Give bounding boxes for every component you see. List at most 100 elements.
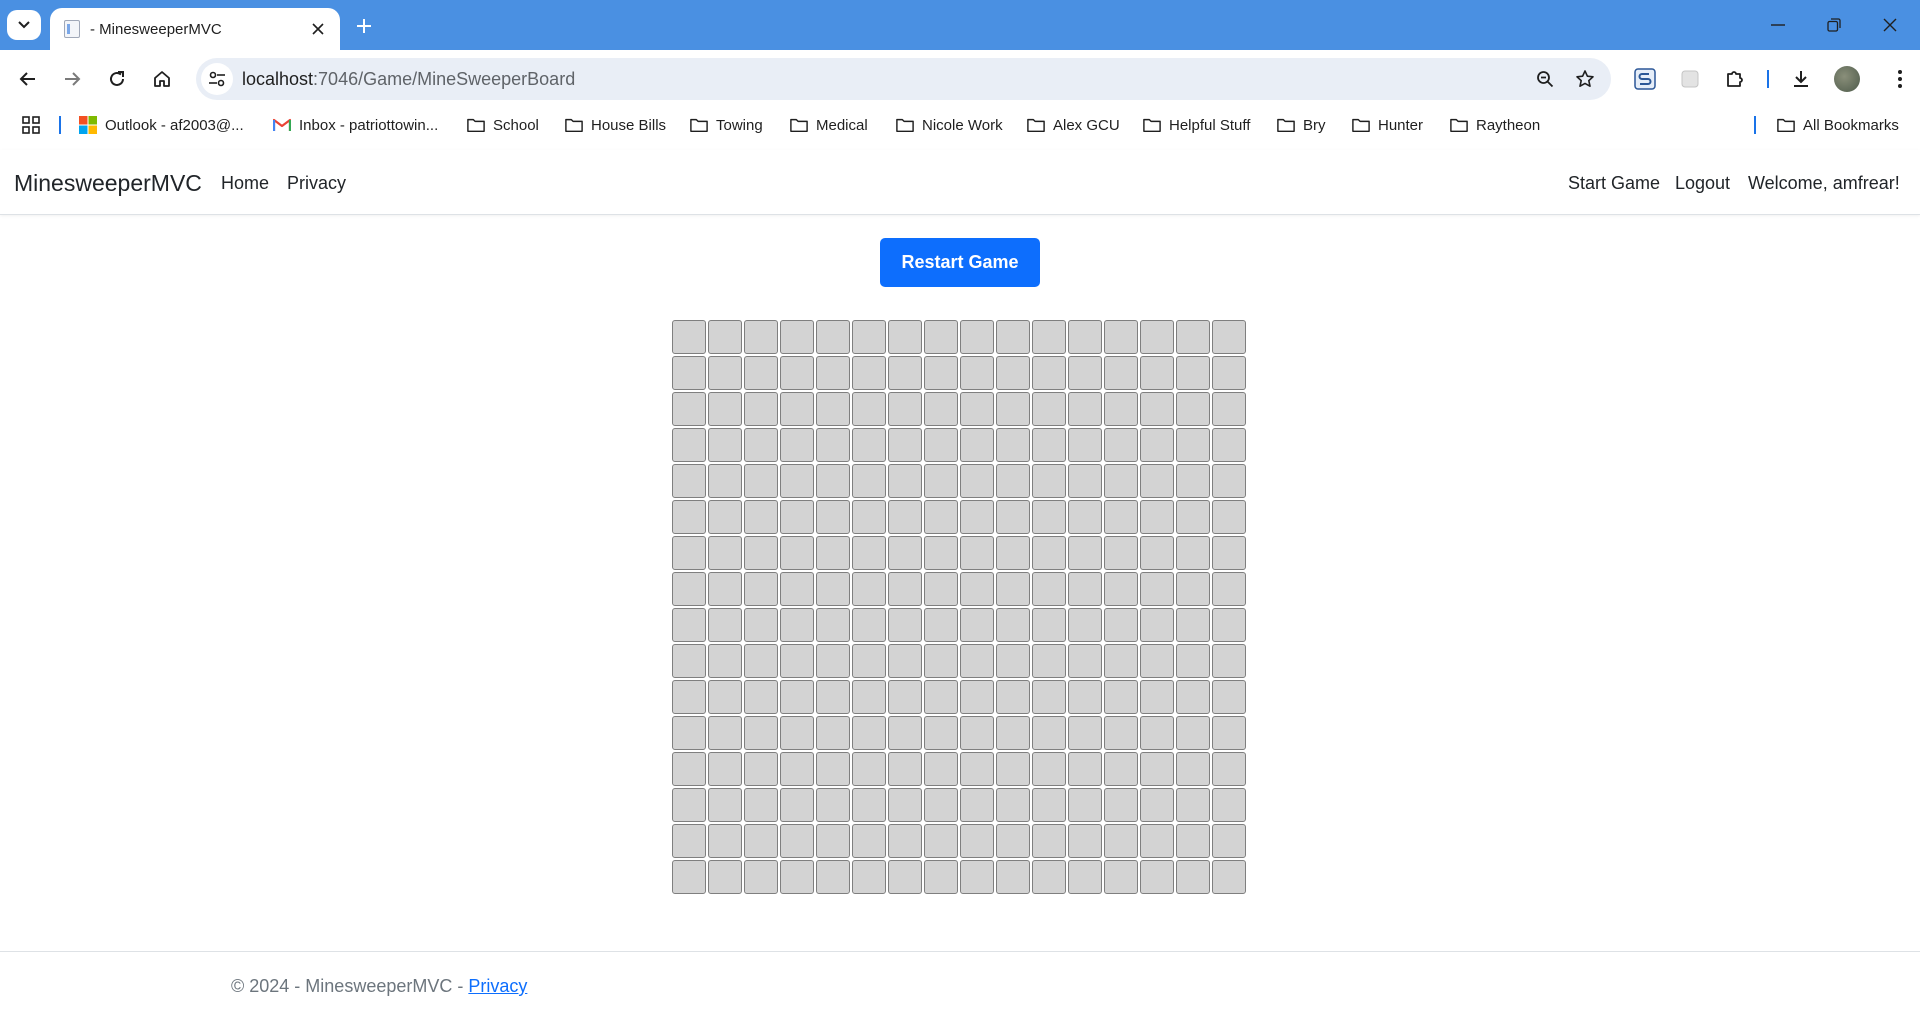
board-cell[interactable] (996, 680, 1030, 714)
board-cell[interactable] (780, 536, 814, 570)
board-cell[interactable] (780, 572, 814, 606)
board-cell[interactable] (1176, 860, 1210, 894)
board-cell[interactable] (780, 788, 814, 822)
board-cell[interactable] (924, 788, 958, 822)
board-cell[interactable] (672, 356, 706, 390)
board-cell[interactable] (708, 392, 742, 426)
footer-privacy-link[interactable]: Privacy (468, 976, 527, 996)
downloads-button[interactable] (1783, 61, 1819, 97)
board-cell[interactable] (672, 428, 706, 462)
extensions-button[interactable] (1717, 61, 1753, 97)
board-cell[interactable] (1104, 320, 1138, 354)
board-cell[interactable] (1068, 392, 1102, 426)
reload-button[interactable] (99, 61, 135, 97)
bookmark-folder-nicole-work[interactable]: Nicole Work (896, 108, 1003, 142)
bookmark-folder-house-bills[interactable]: House Bills (565, 108, 666, 142)
board-cell[interactable] (1140, 824, 1174, 858)
board-cell[interactable] (744, 536, 778, 570)
board-cell[interactable] (924, 428, 958, 462)
board-cell[interactable] (1212, 464, 1246, 498)
bookmark-folder-helpful-stuff[interactable]: Helpful Stuff (1143, 108, 1250, 142)
board-cell[interactable] (924, 356, 958, 390)
board-cell[interactable] (1212, 860, 1246, 894)
board-cell[interactable] (708, 752, 742, 786)
board-cell[interactable] (672, 572, 706, 606)
board-cell[interactable] (852, 320, 886, 354)
nav-link-start-game[interactable]: Start Game (1568, 173, 1660, 194)
board-cell[interactable] (888, 752, 922, 786)
board-cell[interactable] (924, 500, 958, 534)
board-cell[interactable] (924, 644, 958, 678)
board-cell[interactable] (1032, 464, 1066, 498)
board-cell[interactable] (1176, 752, 1210, 786)
board-cell[interactable] (780, 356, 814, 390)
site-info-button[interactable] (201, 63, 233, 95)
board-cell[interactable] (708, 788, 742, 822)
board-cell[interactable] (780, 428, 814, 462)
board-cell[interactable] (744, 752, 778, 786)
board-cell[interactable] (1176, 356, 1210, 390)
bookmark-folder-raytheon[interactable]: Raytheon (1450, 108, 1540, 142)
board-cell[interactable] (780, 464, 814, 498)
board-cell[interactable] (1104, 572, 1138, 606)
board-cell[interactable] (816, 320, 850, 354)
board-cell[interactable] (1068, 356, 1102, 390)
board-cell[interactable] (960, 824, 994, 858)
all-bookmarks-button[interactable]: All Bookmarks (1777, 108, 1899, 142)
board-cell[interactable] (1212, 536, 1246, 570)
board-cell[interactable] (816, 464, 850, 498)
board-cell[interactable] (744, 464, 778, 498)
board-cell[interactable] (996, 716, 1030, 750)
board-cell[interactable] (1032, 500, 1066, 534)
board-cell[interactable] (744, 788, 778, 822)
board-cell[interactable] (960, 716, 994, 750)
board-cell[interactable] (1104, 680, 1138, 714)
bookmark-folder-hunter[interactable]: Hunter (1352, 108, 1423, 142)
board-cell[interactable] (744, 320, 778, 354)
board-cell[interactable] (1176, 572, 1210, 606)
board-cell[interactable] (1140, 500, 1174, 534)
board-cell[interactable] (1212, 680, 1246, 714)
bookmark-folder-medical[interactable]: Medical (790, 108, 868, 142)
board-cell[interactable] (852, 716, 886, 750)
board-cell[interactable] (888, 860, 922, 894)
bookmark-gmail[interactable]: Inbox - patriottowin... (273, 108, 438, 142)
board-cell[interactable] (960, 608, 994, 642)
board-cell[interactable] (996, 500, 1030, 534)
board-cell[interactable] (996, 320, 1030, 354)
new-tab-button[interactable] (350, 12, 378, 40)
board-cell[interactable] (1176, 716, 1210, 750)
board-cell[interactable] (816, 428, 850, 462)
board-cell[interactable] (996, 572, 1030, 606)
minimize-button[interactable] (1750, 0, 1806, 50)
board-cell[interactable] (708, 500, 742, 534)
board-cell[interactable] (852, 860, 886, 894)
board-cell[interactable] (924, 752, 958, 786)
board-cell[interactable] (816, 356, 850, 390)
restart-game-button[interactable]: Restart Game (880, 238, 1040, 287)
board-cell[interactable] (744, 392, 778, 426)
board-cell[interactable] (780, 860, 814, 894)
board-cell[interactable] (672, 464, 706, 498)
board-cell[interactable] (816, 716, 850, 750)
board-cell[interactable] (888, 644, 922, 678)
board-cell[interactable] (1176, 644, 1210, 678)
profile-avatar[interactable] (1834, 66, 1860, 92)
board-cell[interactable] (1104, 356, 1138, 390)
board-cell[interactable] (1068, 572, 1102, 606)
board-cell[interactable] (816, 500, 850, 534)
board-cell[interactable] (1140, 320, 1174, 354)
board-cell[interactable] (672, 608, 706, 642)
bookmark-folder-bry[interactable]: Bry (1277, 108, 1326, 142)
board-cell[interactable] (996, 644, 1030, 678)
board-cell[interactable] (1032, 680, 1066, 714)
board-cell[interactable] (888, 428, 922, 462)
bookmark-star-button[interactable] (1565, 59, 1605, 99)
board-cell[interactable] (1104, 788, 1138, 822)
board-cell[interactable] (852, 392, 886, 426)
board-cell[interactable] (708, 464, 742, 498)
board-cell[interactable] (924, 464, 958, 498)
brand-link[interactable]: MinesweeperMVC (14, 170, 202, 197)
board-cell[interactable] (1176, 320, 1210, 354)
close-tab-button[interactable] (306, 17, 330, 41)
